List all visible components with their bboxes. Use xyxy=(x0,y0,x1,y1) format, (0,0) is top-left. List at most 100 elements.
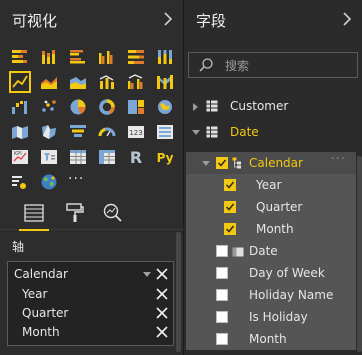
expand-chevron-right-icon[interactable] xyxy=(193,103,198,111)
r-script-visual-icon[interactable]: R xyxy=(126,147,146,167)
ribbon-chart-icon[interactable] xyxy=(155,72,175,92)
visualizations-title: 可视化 xyxy=(12,12,58,30)
table-item-date[interactable]: Date xyxy=(184,121,356,143)
field-label: Date xyxy=(249,244,278,258)
table-label: Customer xyxy=(230,99,289,113)
python-visual-icon[interactable]: Py xyxy=(155,147,175,167)
analytics-magnifier-icon[interactable] xyxy=(100,200,126,226)
100-percent-stacked-bar-icon[interactable] xyxy=(126,47,146,67)
well-item-month[interactable]: Month xyxy=(8,323,173,342)
stacked-column-chart-icon[interactable] xyxy=(39,47,59,67)
table-icon[interactable] xyxy=(68,147,88,167)
100-percent-stacked-column-icon[interactable] xyxy=(155,47,175,67)
stacked-area-chart-icon[interactable] xyxy=(68,72,88,92)
remove-field-close-icon[interactable] xyxy=(155,325,169,339)
checkbox-checked-icon[interactable] xyxy=(224,223,236,235)
remove-field-close-icon[interactable] xyxy=(155,267,169,281)
checkbox-checked-icon[interactable] xyxy=(216,157,228,169)
globe-visual-icon[interactable] xyxy=(39,172,59,192)
gauge-icon[interactable] xyxy=(97,122,117,142)
fields-scrollbar[interactable] xyxy=(357,156,362,352)
collapse-chevron-down-icon[interactable] xyxy=(202,161,210,166)
line-chart-icon[interactable] xyxy=(9,71,31,93)
stacked-bar-chart-icon[interactable] xyxy=(10,47,30,67)
checkbox-unchecked-icon[interactable] xyxy=(216,333,228,345)
waterfall-chart-icon[interactable] xyxy=(10,97,30,117)
shape-map-icon[interactable] xyxy=(39,122,59,142)
axis-field-well[interactable]: Calendar Year Quarter Month xyxy=(7,261,174,346)
format-paint-roller-icon[interactable] xyxy=(62,200,88,226)
field-item-is-holiday[interactable]: Is Holiday xyxy=(186,306,356,328)
field-item-date[interactable]: Date xyxy=(186,240,356,262)
well-item-year[interactable]: Year xyxy=(8,285,173,304)
svg-text:R: R xyxy=(130,148,142,167)
chevron-down-icon[interactable] xyxy=(143,272,151,277)
field-item-holiday-name[interactable]: Holiday Name xyxy=(186,284,356,306)
line-and-clustered-column-icon[interactable] xyxy=(126,72,146,92)
funnel-icon[interactable] xyxy=(68,122,88,142)
checkbox-unchecked-icon[interactable] xyxy=(216,311,228,323)
clustered-bar-chart-icon[interactable] xyxy=(68,47,88,67)
field-label: Month xyxy=(249,332,287,346)
collapse-chevron-down-icon[interactable] xyxy=(192,130,200,135)
axis-well-label: 轴 xyxy=(12,240,25,254)
checkbox-unchecked-icon[interactable] xyxy=(216,289,228,301)
well-item-quarter[interactable]: Quarter xyxy=(8,304,173,323)
checkbox-unchecked-icon[interactable] xyxy=(216,267,228,279)
collapse-visualizations-chevron-icon[interactable] xyxy=(161,9,175,29)
hierarchy-label: Calendar xyxy=(249,156,303,170)
pie-chart-icon[interactable] xyxy=(68,97,88,117)
field-item-month[interactable]: Month xyxy=(186,328,356,350)
area-chart-icon[interactable] xyxy=(39,72,59,92)
visualizations-pane: 可视化 123 KPI R Py ··· 轴 Calendar Year Qua… xyxy=(0,0,184,355)
kpi-icon[interactable]: KPI xyxy=(10,147,30,167)
visualizations-scrollbar[interactable] xyxy=(176,232,181,352)
well-item-label: Quarter xyxy=(22,306,69,320)
map-icon[interactable] xyxy=(155,97,175,117)
hierarchy-icon xyxy=(232,157,244,169)
svg-text:Py: Py xyxy=(157,151,174,165)
checkbox-unchecked-icon[interactable] xyxy=(216,245,228,257)
field-item-day-of-week[interactable]: Day of Week xyxy=(186,262,356,284)
svg-text:KPI: KPI xyxy=(14,151,22,157)
scatter-chart-icon[interactable] xyxy=(39,97,59,117)
hierarchy-level-month[interactable]: Month xyxy=(186,218,356,240)
line-and-stacked-column-icon[interactable] xyxy=(97,72,117,92)
field-label: Is Holiday xyxy=(249,310,308,324)
matrix-icon[interactable] xyxy=(97,147,117,167)
treemap-icon[interactable] xyxy=(126,97,146,117)
clustered-column-chart-icon[interactable] xyxy=(97,47,117,67)
checkbox-checked-icon[interactable] xyxy=(224,179,236,191)
remove-field-close-icon[interactable] xyxy=(155,306,169,320)
collapse-fields-chevron-icon[interactable] xyxy=(340,9,354,29)
checkbox-checked-icon[interactable] xyxy=(224,201,236,213)
key-influencers-icon[interactable] xyxy=(10,172,30,192)
multi-row-card-icon[interactable] xyxy=(155,122,175,142)
more-visuals-icon[interactable]: ··· xyxy=(68,171,84,187)
table-icon xyxy=(206,100,218,112)
hierarchy-level-label: Quarter xyxy=(256,200,303,214)
fields-search-input[interactable]: 搜索 xyxy=(188,52,358,78)
hierarchy-item-calendar[interactable]: Calendar ··· xyxy=(186,152,356,174)
well-item-label: Month xyxy=(22,325,60,339)
svg-text:123: 123 xyxy=(129,129,142,137)
more-options-ellipsis-icon[interactable]: ··· xyxy=(331,152,346,167)
visualizations-header: 可视化 xyxy=(0,0,183,40)
table-label: Date xyxy=(230,125,259,139)
well-item-calendar[interactable]: Calendar xyxy=(8,265,173,284)
filled-map-icon[interactable] xyxy=(10,122,30,142)
app-window: 可视化 123 KPI R Py ··· 轴 Calendar Year Qua… xyxy=(0,0,362,355)
table-item-customer[interactable]: Customer xyxy=(184,95,356,117)
card-icon[interactable]: 123 xyxy=(126,122,146,142)
donut-chart-icon[interactable] xyxy=(97,97,117,117)
fields-pane: 字段 搜索 Customer Date Calendar ··· Year Qu… xyxy=(184,0,362,355)
visual-subtabs xyxy=(0,196,184,231)
remove-field-close-icon[interactable] xyxy=(155,287,169,301)
hierarchy-level-year[interactable]: Year xyxy=(186,174,356,196)
field-label: Day of Week xyxy=(249,266,325,280)
hierarchy-level-quarter[interactable]: Quarter xyxy=(186,196,356,218)
hierarchy-level-label: Year xyxy=(256,178,282,192)
fields-header: 字段 xyxy=(184,0,362,40)
fields-tab-icon[interactable] xyxy=(19,200,49,231)
slicer-icon[interactable] xyxy=(39,147,59,167)
